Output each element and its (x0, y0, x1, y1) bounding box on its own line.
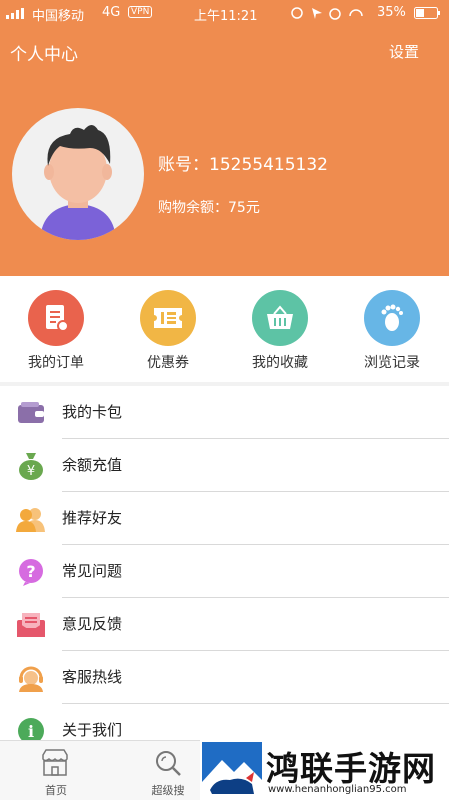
watermark-url: www.henanhonglian95.com (268, 784, 407, 795)
search-icon (156, 751, 181, 776)
quick-links: 我的订单 优惠券 我的收藏 浏览记录 (0, 276, 449, 382)
menu-item-about[interactable]: i 关于我们 (0, 704, 449, 740)
watermark-text: 鸿联手游网 (266, 749, 436, 788)
info-icon: i (16, 716, 46, 740)
quick-link-label: 我的收藏 (252, 355, 308, 371)
carrier: 中国移动 (32, 9, 85, 24)
status-bar: 中国移动 4G VPN 上午11:21 35% (0, 0, 449, 26)
account-info: 账号：15255415132 (158, 150, 328, 175)
quick-link-coupons[interactable]: 优惠券 (112, 290, 224, 376)
svg-text:i: i (28, 722, 34, 740)
watermark-logo (202, 742, 262, 798)
quick-link-label: 浏览记录 (364, 355, 420, 371)
clock: 上午11:21 (194, 9, 258, 24)
watermark: 鸿联手游网 www.henanhonglian95.com (200, 740, 449, 800)
feedback-icon (16, 610, 46, 640)
menu-item-card-wallet[interactable]: 我的卡包 (0, 386, 449, 439)
user-avatar-icon (40, 125, 116, 240)
balance-label: 购物余额： (158, 200, 228, 216)
menu-item-refer-friends[interactable]: 推荐好友 (0, 492, 449, 545)
avatar[interactable] (12, 108, 144, 240)
vpn-badge: VPN (128, 6, 153, 18)
store-icon (42, 749, 68, 776)
quick-link-favorites[interactable]: 我的收藏 (224, 290, 336, 376)
coupon-icon (140, 290, 196, 346)
tab-label: 首页 (45, 784, 67, 797)
friends-icon (16, 504, 46, 534)
status-icons (291, 7, 363, 20)
menu-item-label: 意见反馈 (62, 615, 123, 633)
menu-item-label: 客服热线 (62, 668, 123, 686)
menu-item-label: 关于我们 (62, 721, 123, 739)
headset-icon (16, 663, 46, 693)
menu-list: 我的卡包 ¥ 余额充值 推荐好友 ? 常见问题 意见反馈 客服热线 i 关于我们 (0, 386, 449, 740)
order-icon (28, 290, 84, 346)
battery-percent: 35% (377, 5, 406, 20)
basket-icon (252, 290, 308, 346)
network-type: 4G (102, 5, 121, 20)
menu-item-label: 推荐好友 (62, 509, 123, 527)
page-title: 个人中心 (10, 45, 78, 65)
quick-link-history[interactable]: 浏览记录 (336, 290, 448, 376)
money-bag-icon: ¥ (16, 451, 46, 481)
menu-item-hotline[interactable]: 客服热线 (0, 651, 449, 704)
settings-button[interactable]: 设置 (389, 41, 419, 62)
quick-link-label: 我的订单 (28, 355, 84, 371)
tab-home[interactable]: 首页 (0, 741, 112, 800)
wallet-icon (16, 398, 46, 428)
balance-value: 75元 (228, 200, 260, 216)
question-icon: ? (16, 557, 46, 587)
quick-link-label: 优惠券 (147, 355, 189, 371)
svg-text:¥: ¥ (27, 464, 35, 479)
quick-link-orders[interactable]: 我的订单 (0, 290, 112, 376)
menu-item-faq[interactable]: ? 常见问题 (0, 545, 449, 598)
menu-item-label: 余额充值 (62, 456, 123, 474)
menu-item-recharge[interactable]: ¥ 余额充值 (0, 439, 449, 492)
menu-item-label: 我的卡包 (62, 403, 123, 421)
signal-icon (6, 8, 24, 19)
balance-info: 购物余额：75元 (158, 197, 260, 217)
svg-text:?: ? (26, 562, 35, 581)
menu-item-label: 常见问题 (62, 562, 123, 580)
account-label: 账号： (158, 155, 209, 175)
account-number: 15255415132 (209, 155, 328, 175)
profile-header: 个人中心 设置 账号：15255415132 购物余额：75元 (0, 26, 449, 276)
footprint-icon (364, 290, 420, 346)
menu-item-feedback[interactable]: 意见反馈 (0, 598, 449, 651)
battery-icon (414, 7, 440, 19)
